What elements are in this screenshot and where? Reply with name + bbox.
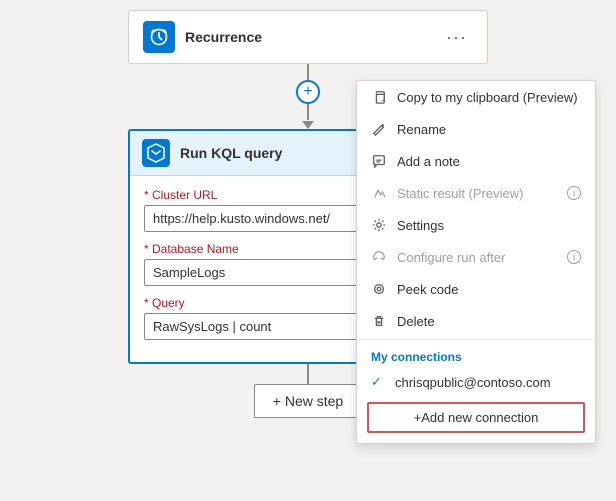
menu-item-rename[interactable]: Rename — [357, 113, 595, 145]
new-step-area: + New step — [254, 364, 362, 418]
my-connections-label: My connections — [357, 342, 595, 368]
menu-item-settings[interactable]: Settings — [357, 209, 595, 241]
menu-divider — [357, 339, 595, 340]
configure-run-info-icon: i — [567, 250, 581, 264]
menu-item-peek-code[interactable]: Peek code — [357, 273, 595, 305]
menu-copy-label: Copy to my clipboard (Preview) — [397, 90, 578, 105]
delete-icon — [371, 313, 387, 329]
menu-settings-label: Settings — [397, 218, 444, 233]
connection-email: chrisqpublic@contoso.com — [395, 375, 551, 390]
clock-icon — [149, 27, 169, 47]
menu-rename-label: Rename — [397, 122, 446, 137]
new-step-connector-line — [307, 364, 309, 384]
plus-icon: + — [303, 83, 312, 101]
recurrence-icon — [143, 21, 175, 53]
settings-icon — [371, 217, 387, 233]
recurrence-more-button[interactable]: ··· — [440, 24, 473, 51]
arrow-down-icon — [302, 121, 314, 129]
menu-item-copy[interactable]: Copy to my clipboard (Preview) — [357, 81, 595, 113]
kql-icon — [142, 139, 170, 167]
menu-configure-run-label: Configure run after — [397, 250, 505, 265]
canvas: Recurrence ··· + Run KQL query ··· — [0, 0, 616, 501]
menu-static-result-label: Static result (Preview) — [397, 186, 523, 201]
add-new-connection-button[interactable]: +Add new connection — [367, 402, 585, 433]
connector-top: + — [296, 64, 320, 129]
recurrence-more-dots: ··· — [446, 27, 467, 47]
rename-icon — [371, 121, 387, 137]
menu-item-static-result: Static result (Preview) i — [357, 177, 595, 209]
connection-item[interactable]: ✓ chrisqpublic@contoso.com — [357, 368, 595, 396]
copy-icon — [371, 89, 387, 105]
menu-item-delete[interactable]: Delete — [357, 305, 595, 337]
menu-peek-code-label: Peek code — [397, 282, 458, 297]
connector-line-bottom — [307, 104, 309, 120]
new-step-button[interactable]: + New step — [254, 384, 362, 418]
menu-delete-label: Delete — [397, 314, 435, 329]
configure-run-icon — [371, 249, 387, 265]
menu-item-configure-run: Configure run after i — [357, 241, 595, 273]
connector-line-top — [307, 64, 309, 80]
recurrence-title: Recurrence — [185, 29, 440, 45]
static-result-icon — [371, 185, 387, 201]
context-menu: Copy to my clipboard (Preview) Rename Ad… — [356, 80, 596, 444]
recurrence-card: Recurrence ··· — [128, 10, 488, 64]
kql-icon-svg — [146, 143, 166, 163]
menu-add-note-label: Add a note — [397, 154, 460, 169]
check-icon: ✓ — [371, 374, 387, 390]
add-step-button-top[interactable]: + — [296, 80, 320, 104]
menu-item-add-note[interactable]: Add a note — [357, 145, 595, 177]
static-result-info-icon: i — [567, 186, 581, 200]
peek-code-icon — [371, 281, 387, 297]
add-note-icon — [371, 153, 387, 169]
